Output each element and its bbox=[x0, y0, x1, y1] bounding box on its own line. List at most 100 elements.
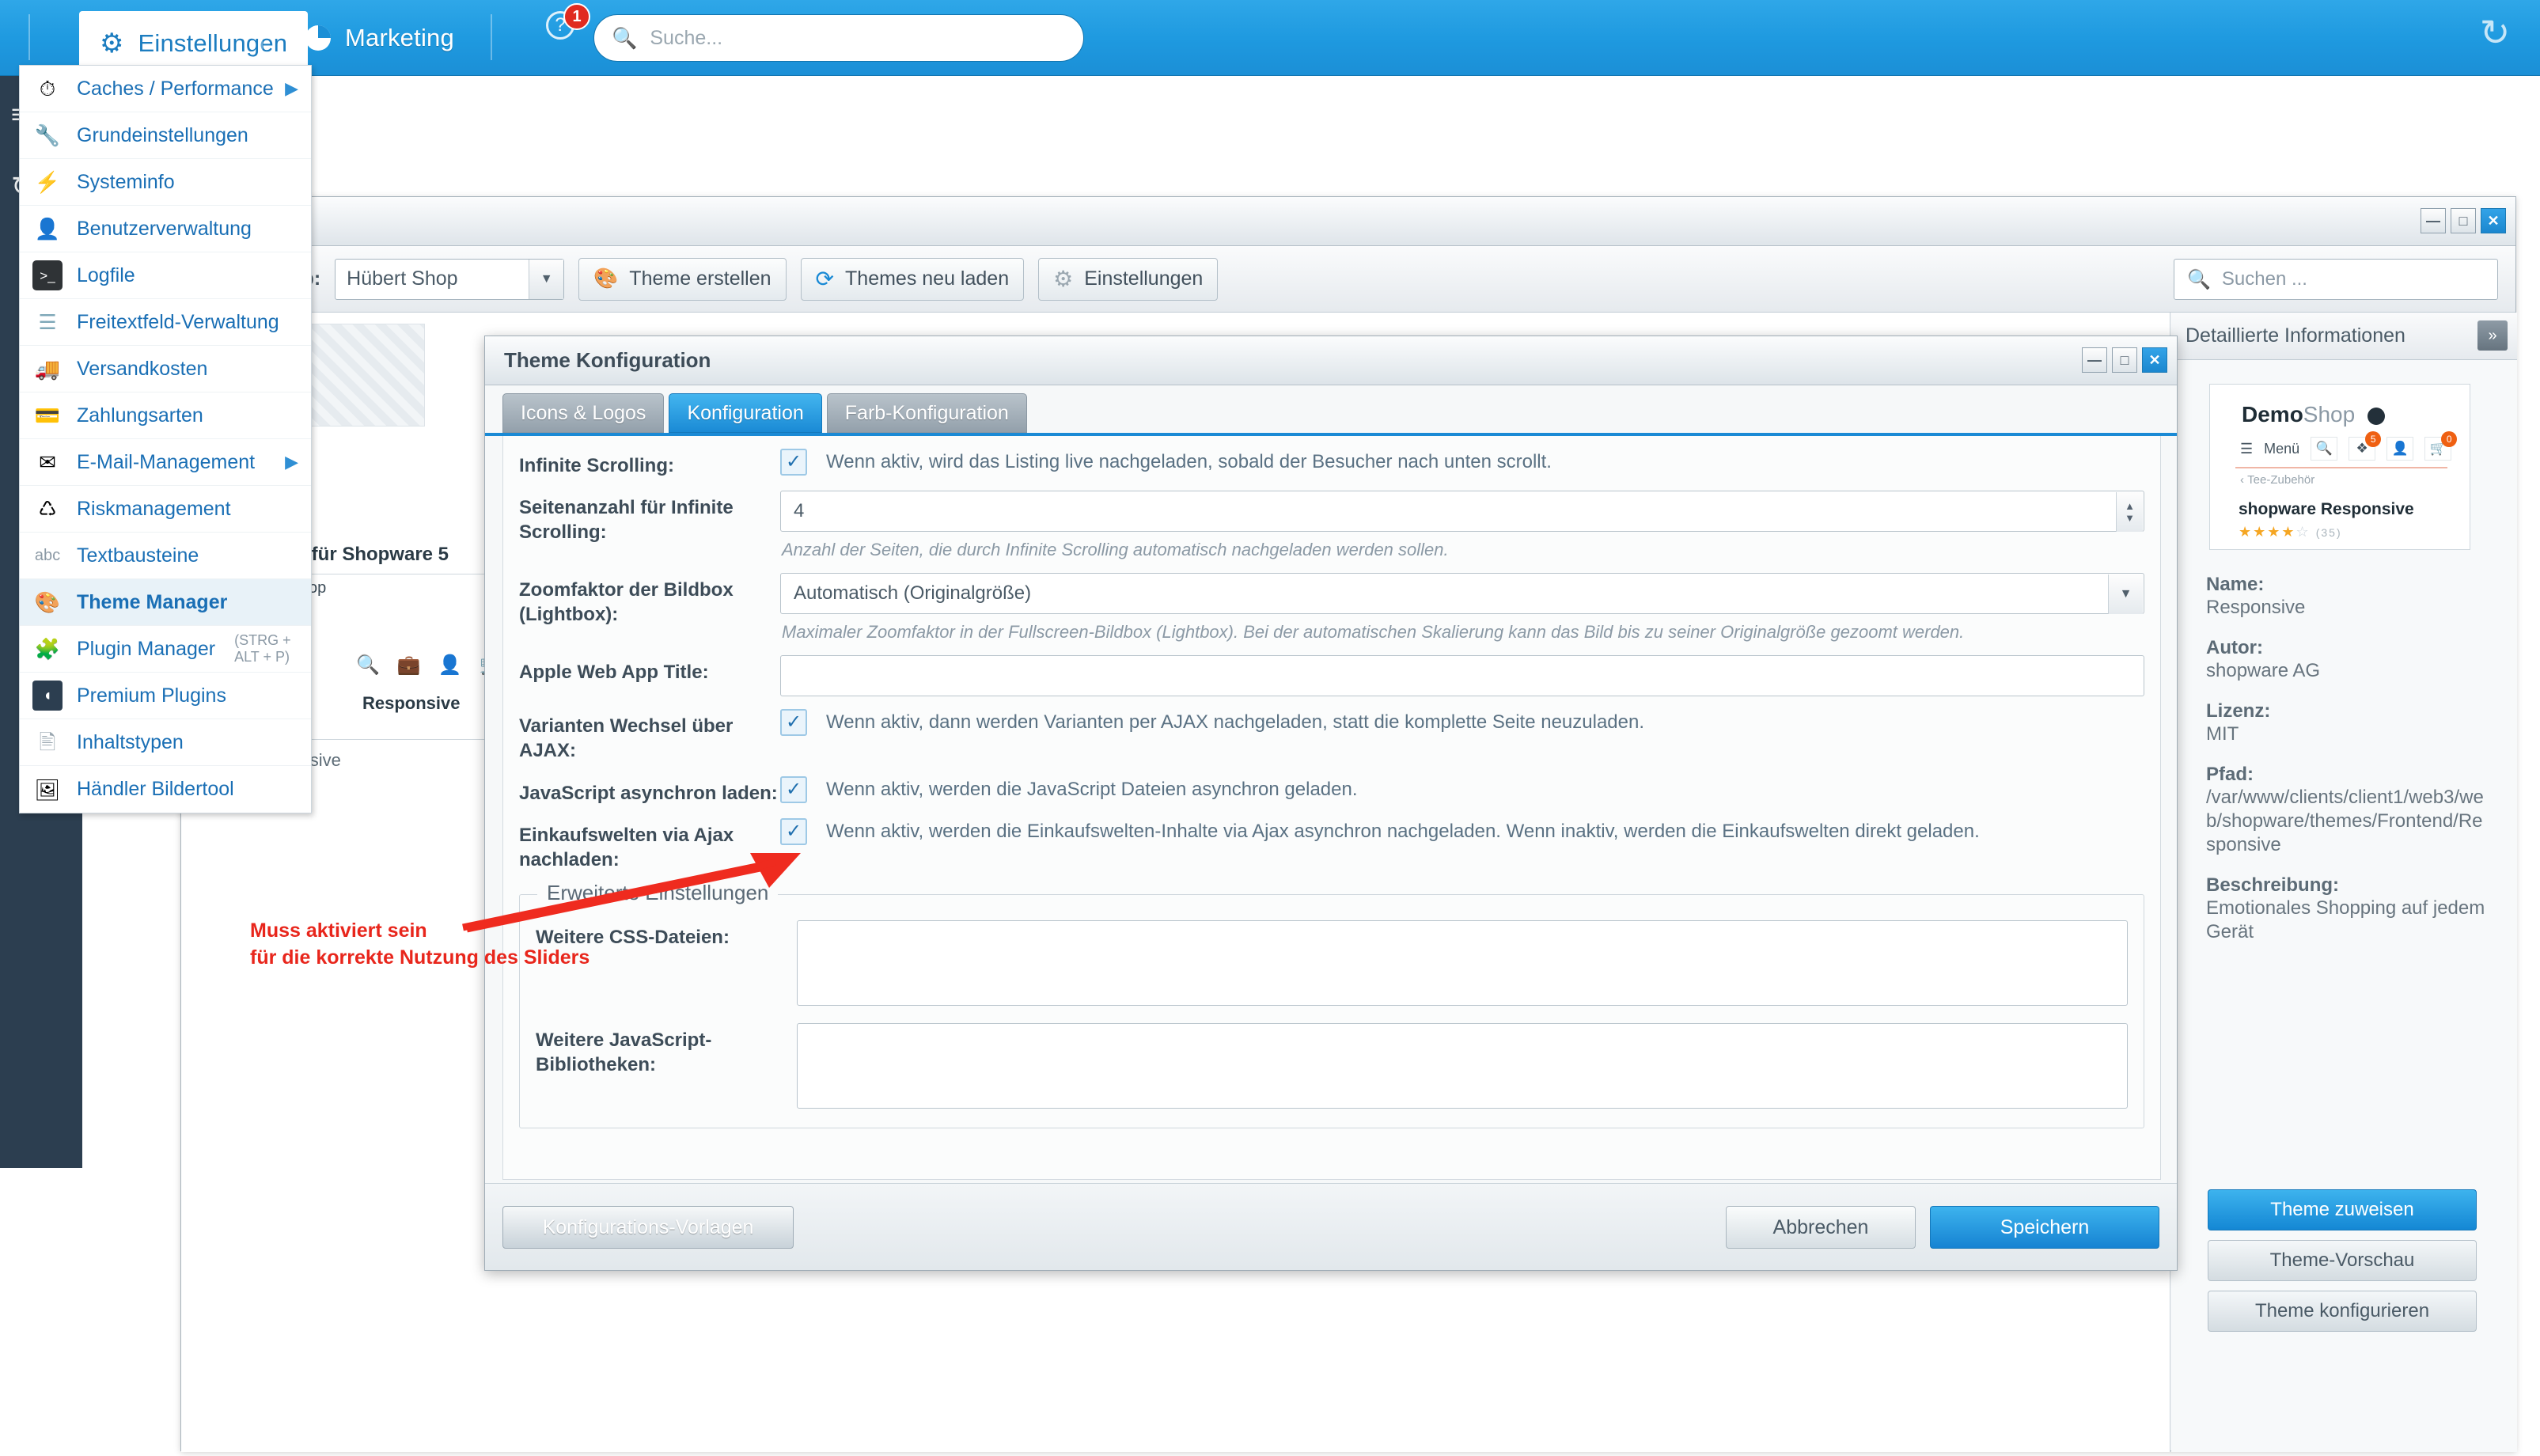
palette-icon: 🎨 bbox=[34, 590, 61, 614]
theme-search-input[interactable]: 🔍 Suchen ... bbox=[2174, 259, 2498, 300]
maximize-button[interactable]: □ bbox=[2451, 208, 2476, 233]
dialog-tabs[interactable]: Icons & Logos Konfiguration Farb-Konfigu… bbox=[502, 393, 1027, 433]
settings-button[interactable]: ⚙ Einstellungen bbox=[1038, 257, 1219, 301]
js-async-checkbox[interactable]: ✓ bbox=[780, 775, 807, 803]
dialog-maximize-button[interactable]: □ bbox=[2112, 347, 2137, 373]
sidebar-item-plugin-manager[interactable]: 🧩 Plugin Manager (STRG + ALT + P) bbox=[20, 626, 311, 673]
assign-theme-button[interactable]: Theme zuweisen bbox=[2208, 1189, 2477, 1230]
tab-konfiguration[interactable]: Konfiguration bbox=[669, 393, 822, 433]
divider bbox=[2235, 467, 2447, 468]
minimize-button[interactable]: — bbox=[2421, 208, 2446, 233]
tile-icon-row: 🔍 💼 👤 🛒 bbox=[356, 654, 503, 677]
shopware-icon: ◖ bbox=[32, 681, 63, 711]
note-icon: ❖ 5 bbox=[2349, 431, 2382, 461]
tab-farb-konfiguration[interactable]: Farb-Konfiguration bbox=[826, 393, 1027, 433]
apple-title-label: Apple Web App Title: bbox=[519, 662, 709, 684]
einstellungen-dropdown-menu: ⏱ Caches / Performance ▶ 🔧 Grundeinstell… bbox=[19, 65, 312, 813]
dialog-minimize-button[interactable]: — bbox=[2082, 347, 2107, 373]
dialog-window-controls[interactable]: — □ ✕ bbox=[2082, 347, 2167, 373]
notification-badge[interactable]: 1 bbox=[563, 3, 590, 30]
user-icon: 👤 bbox=[34, 217, 61, 241]
sidebar-item-email-management[interactable]: ✉ E-Mail-Management ▶ bbox=[20, 439, 311, 486]
sidebar-item-haendler-bildertool[interactable]: 🖼 Händler Bildertool bbox=[20, 766, 311, 813]
nav-marketing[interactable]: Marketing bbox=[285, 0, 475, 76]
page-count-help: Anzahl der Seiten, die durch Infinite Sc… bbox=[782, 540, 1449, 560]
note-badge: 5 bbox=[2365, 431, 2382, 447]
chevron-down-icon[interactable]: ▼ bbox=[529, 259, 564, 299]
meta-value-description: Emotionales Shopping auf jedem Gerät bbox=[2206, 897, 2485, 942]
sidebar-item-systeminfo[interactable]: ⚡ Systeminfo bbox=[20, 159, 311, 206]
top-navigation-bar: ⚙ Einstellungen Marketing ? 1 🔍 Suche...… bbox=[0, 0, 2540, 76]
sidebar-item-textbausteine[interactable]: abc Textbausteine bbox=[20, 533, 311, 579]
infinite-scrolling-checkbox[interactable]: ✓ bbox=[780, 449, 807, 476]
sidebar-item-benutzerverwaltung[interactable]: 👤 Benutzerverwaltung bbox=[20, 206, 311, 252]
window-controls[interactable]: — □ ✕ bbox=[2421, 208, 2506, 233]
detail-panel-header: Detaillierte Informationen » bbox=[2171, 313, 2517, 360]
envelope-icon: ✉ bbox=[39, 450, 56, 474]
cancel-button[interactable]: Abbrechen bbox=[1726, 1206, 1916, 1249]
extra-js-textarea[interactable] bbox=[797, 1023, 2128, 1109]
theme-manager-toolbar: ahl für Shop: Hübert Shop ▼ 🎨 Theme erst… bbox=[181, 246, 2515, 313]
sidebar-item-theme-manager[interactable]: 🎨 Theme Manager bbox=[20, 579, 311, 626]
global-search-input[interactable]: 🔍 Suche... bbox=[593, 14, 1084, 62]
js-async-label: JavaScript asynchron laden: bbox=[519, 782, 778, 804]
sidebar-item-logfile[interactable]: >_ Logfile bbox=[20, 252, 311, 299]
emotion-ajax-checkbox[interactable]: ✓ bbox=[780, 817, 807, 845]
apple-title-input[interactable] bbox=[780, 655, 2144, 697]
sidebar-item-label: E-Mail-Management bbox=[77, 450, 256, 473]
sidebar-item-riskmanagement[interactable]: ♺ Riskmanagement bbox=[20, 486, 311, 533]
shop-select[interactable]: Hübert Shop ▼ bbox=[335, 258, 565, 300]
create-theme-button[interactable]: 🎨 Theme erstellen bbox=[578, 257, 787, 301]
sidebar-item-label: Zahlungsarten bbox=[77, 404, 203, 427]
extra-css-textarea[interactable] bbox=[797, 920, 2128, 1007]
help-button[interactable]: ? 1 bbox=[546, 3, 590, 40]
configuration-templates-button[interactable]: Konfigurations-Vorlagen bbox=[502, 1206, 794, 1249]
sidebar-item-grundeinstellungen[interactable]: 🔧 Grundeinstellungen bbox=[20, 112, 311, 159]
sidebar-item-caches-performance[interactable]: ⏱ Caches / Performance ▶ bbox=[20, 66, 311, 112]
field-infinite-scrolling: Infinite Scrolling: ✓ Wenn aktiv, wird d… bbox=[503, 436, 2160, 478]
chevron-down-icon[interactable]: ▼ bbox=[2108, 574, 2143, 615]
sidebar-item-label: Versandkosten bbox=[77, 357, 208, 380]
sidebar-item-zahlungsarten[interactable]: 💳 Zahlungsarten bbox=[20, 392, 311, 439]
field-zoom-factor: Zoomfaktor der Bildbox (Lightbox): Autom… bbox=[503, 560, 2160, 643]
dialog-close-button[interactable]: ✕ bbox=[2142, 347, 2167, 373]
rating-stars: ★★★★☆ (35) bbox=[2239, 524, 2342, 540]
chevron-right-icon: ▶ bbox=[285, 78, 298, 98]
meta-value-name: Responsive bbox=[2206, 597, 2306, 618]
gauge-icon: ⏱ bbox=[39, 77, 56, 100]
funnel-warning-icon: ♺ bbox=[38, 497, 57, 521]
sidebar-item-label: Plugin Manager bbox=[77, 637, 216, 660]
preview-theme-button[interactable]: Theme-Vorschau bbox=[2208, 1240, 2477, 1281]
theme-tile[interactable]: op ⚙ 🔍 💼 👤 🛒 Responsive sponsive bbox=[272, 574, 514, 770]
tab-icons-logos[interactable]: Icons & Logos bbox=[502, 393, 665, 433]
configure-theme-button[interactable]: Theme konfigurieren bbox=[2208, 1291, 2477, 1332]
user-icon: 👤 bbox=[2386, 437, 2414, 461]
page-count-input[interactable]: 4 ▲ ▼ bbox=[780, 491, 2144, 533]
reload-themes-button[interactable]: ⟳ Themes neu laden bbox=[800, 257, 1025, 301]
theme-search-placeholder: Suchen ... bbox=[2221, 268, 2307, 290]
search-icon: 🔍 bbox=[612, 25, 638, 50]
zoom-factor-help: Maximaler Zoomfaktor in der Fullscreen-B… bbox=[782, 622, 1965, 643]
abc-icon: abc bbox=[34, 547, 61, 564]
refresh-icon[interactable]: ↻ bbox=[2472, 11, 2518, 57]
zoom-factor-select[interactable]: Automatisch (Originalgröße) ▼ bbox=[780, 573, 2144, 615]
tile-header: op bbox=[309, 579, 327, 597]
sidebar-item-freitextfeld-verwaltung[interactable]: ☰ Freitextfeld-Verwaltung bbox=[20, 299, 311, 346]
theme-metadata: Name: Responsive Autor: shopware AG Lize… bbox=[2206, 574, 2491, 944]
field-extra-js: Weitere JavaScript-Bibliotheken: bbox=[536, 1006, 2128, 1109]
save-button[interactable]: Speichern bbox=[1930, 1206, 2159, 1249]
sidebar-item-versandkosten[interactable]: 🚚 Versandkosten bbox=[20, 346, 311, 392]
infinite-scrolling-description: Wenn aktiv, wird das Listing live nachge… bbox=[826, 451, 1552, 472]
detail-panel: Detaillierte Informationen » DemoShop ☰ … bbox=[2171, 313, 2517, 1452]
nav-einstellungen-label: Einstellungen bbox=[138, 29, 288, 57]
chevron-double-right-icon[interactable]: » bbox=[2477, 320, 2508, 351]
refresh-circle-icon: ⟳ bbox=[815, 267, 835, 291]
variant-ajax-checkbox[interactable]: ✓ bbox=[780, 709, 807, 737]
sidebar-item-label: Theme Manager bbox=[77, 590, 228, 613]
cart-badge: 0 bbox=[2441, 431, 2458, 447]
annotation-text: Muss aktiviert sein für die korrekte Nut… bbox=[250, 918, 590, 972]
close-button[interactable]: ✕ bbox=[2481, 208, 2506, 233]
number-stepper[interactable]: ▲ ▼ bbox=[2116, 492, 2143, 533]
sidebar-item-premium-plugins[interactable]: ◖ Premium Plugins bbox=[20, 673, 311, 719]
sidebar-item-inhaltstypen[interactable]: 🖹 Inhaltstypen bbox=[20, 719, 311, 766]
